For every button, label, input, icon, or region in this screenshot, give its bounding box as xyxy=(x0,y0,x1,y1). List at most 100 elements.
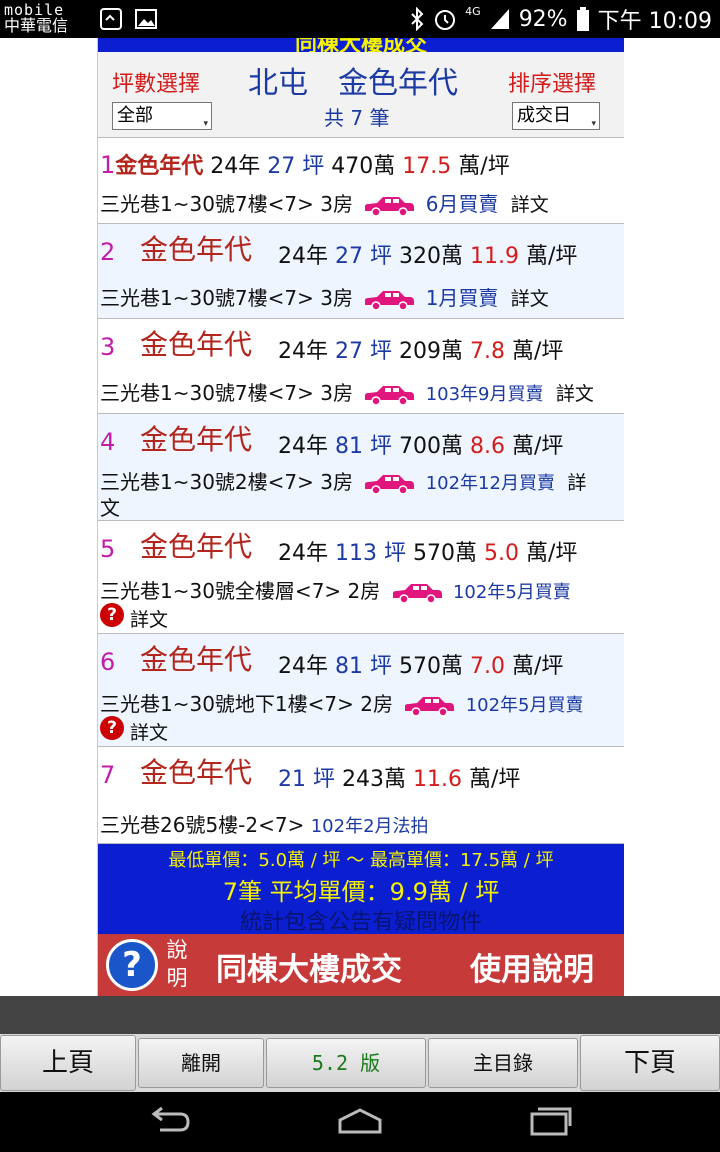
question-mark-icon[interactable]: ? xyxy=(100,716,124,740)
dropdown-arrow-icon: ▾ xyxy=(203,119,208,129)
listing-row[interactable]: 4 金色年代 24年 81 坪 700萬 8.6 萬/坪 三光巷1~30號2樓<… xyxy=(98,414,624,521)
listing-unit-price: 11.6 xyxy=(413,767,462,792)
listing-line2: 三光巷1~30號7樓<7> 3房 1月買賣 詳文 xyxy=(100,282,549,311)
carrier-name: 中華電信 xyxy=(4,16,69,35)
listing-stats: 21 坪 243萬 11.6 萬/坪 xyxy=(278,761,520,793)
prev-page-button[interactable]: 上頁 xyxy=(0,1035,136,1091)
listing-name: 金色年代 xyxy=(140,756,253,789)
listing-line2: 三光巷26號5樓-2<7> 102年2月法拍 xyxy=(100,809,429,838)
listing-address: 三光巷1~30號7樓<7> 3房 xyxy=(100,381,353,405)
listing-index: 3 xyxy=(100,333,116,361)
listing-unit-suffix: 萬/坪 xyxy=(512,434,564,459)
listing-address: 三光巷26號5樓-2<7> xyxy=(100,813,305,837)
status-bar: mobile 中華電信 4G 92% 下午 10:09 xyxy=(0,0,720,38)
next-page-button[interactable]: 下頁 xyxy=(580,1035,720,1091)
listing-area: 27 坪 xyxy=(335,339,392,364)
sort-value: 成交日 xyxy=(517,105,571,126)
page-header: 坪數選擇 北屯 金色年代 排序選擇 全部 ▾ 共 7 筆 成交日 ▾ xyxy=(98,52,624,138)
listing-stats: 24年 113 坪 570萬 5.0 萬/坪 xyxy=(278,535,577,567)
listing-address: 三光巷1~30號全樓層<7> 2房 xyxy=(100,579,381,603)
detail-link[interactable]: 詳 xyxy=(567,472,586,494)
listing-total: 700萬 xyxy=(399,434,463,459)
result-count: 共 7 筆 xyxy=(324,106,390,130)
car-icon xyxy=(405,696,455,717)
car-icon xyxy=(365,385,415,406)
listing-index: 2 xyxy=(100,238,116,266)
battery-icon xyxy=(576,7,589,31)
usage-button[interactable]: 使用說明 xyxy=(470,944,594,989)
bottom-button-bar: 上頁 離開 5.2 版 主目錄 下頁 xyxy=(0,1034,720,1092)
listing-row[interactable]: 1金色年代 24年 27 坪 470萬 17.5 萬/坪 三光巷1~30號7樓<… xyxy=(98,138,624,224)
listing-age: 24年 xyxy=(210,154,261,179)
listing-date: 102年5月買賣 xyxy=(465,695,584,716)
listing-row[interactable]: 5 金色年代 24年 113 坪 570萬 5.0 萬/坪 三光巷1~30號全樓… xyxy=(98,521,624,634)
detail-link[interactable]: 詳文 xyxy=(130,605,168,632)
help-vertical-label[interactable]: 說 明 xyxy=(164,936,190,992)
detail-link-continued[interactable]: 文 xyxy=(100,496,120,520)
summary-panel: 最低單價：5.0萬 / 坪 ～ 最高單價：17.5萬 / 坪 7筆 平均單價：9… xyxy=(98,844,624,935)
help-icon[interactable]: ? xyxy=(106,939,158,991)
listing-age: 24年 xyxy=(278,434,328,459)
listing-unit-suffix: 萬/坪 xyxy=(468,767,521,792)
image-icon xyxy=(135,9,157,29)
listing-name: 金色年代 xyxy=(140,328,253,361)
listing-row[interactable]: 2 金色年代 24年 27 坪 320萬 11.9 萬/坪 三光巷1~30號7樓… xyxy=(98,224,624,319)
listing-name: 金色年代 xyxy=(140,530,253,563)
listing-area: 81 坪 xyxy=(335,654,392,679)
area-filter-select[interactable]: 全部 ▾ xyxy=(112,102,212,130)
listing-total: 209萬 xyxy=(399,339,463,364)
listing-area: 81 坪 xyxy=(335,434,392,459)
main-menu-button[interactable]: 主目錄 xyxy=(428,1038,578,1088)
listing-index: 1 xyxy=(100,151,116,179)
app-content: 同棟大樓成交 坪數選擇 北屯 金色年代 排序選擇 全部 ▾ 共 7 筆 成交日 … xyxy=(97,38,624,996)
battery-percent: 92% xyxy=(518,6,568,32)
listing-unit-price: 7.0 xyxy=(470,654,505,679)
listing-index: 5 xyxy=(100,535,116,563)
listing-row[interactable]: 3 金色年代 24年 27 坪 209萬 7.8 萬/坪 三光巷1~30號7樓<… xyxy=(98,319,624,414)
exit-button[interactable]: 離開 xyxy=(138,1038,264,1088)
detail-link[interactable]: 詳文 xyxy=(556,383,594,405)
listing-row[interactable]: 7 金色年代 21 坪 243萬 11.6 萬/坪 三光巷26號5樓-2<7> … xyxy=(98,747,624,844)
listing-total: 570萬 xyxy=(413,541,477,566)
question-mark-icon[interactable]: ? xyxy=(100,603,124,627)
signal-icon xyxy=(490,9,509,29)
clock: 下午 10:09 xyxy=(597,9,712,34)
status-right: 4G 92% 下午 10:09 xyxy=(409,0,712,38)
listing-line2: 三光巷1~30號2樓<7> 3房 102年12月買賣 詳 xyxy=(100,466,586,495)
same-building-button[interactable]: 同棟大樓成交 xyxy=(216,944,402,989)
listing-stats: 24年 81 坪 700萬 8.6 萬/坪 xyxy=(278,428,563,460)
listing-stats: 24年 27 坪 320萬 11.9 萬/坪 xyxy=(278,238,577,270)
listing-address: 三光巷1~30號地下1樓<7> 2房 xyxy=(100,692,393,716)
home-icon[interactable] xyxy=(336,1106,384,1136)
listing-total: 570萬 xyxy=(399,654,463,679)
detail-link[interactable]: 詳文 xyxy=(511,194,549,216)
listing-unit-price: 7.8 xyxy=(470,339,505,364)
top-banner-text: 同棟大樓成交 xyxy=(294,38,427,52)
listing-unit-suffix: 萬/坪 xyxy=(512,654,564,679)
detail-link[interactable]: 詳文 xyxy=(130,718,168,745)
listing-row[interactable]: 6 金色年代 24年 81 坪 570萬 7.0 萬/坪 三光巷1~30號地下1… xyxy=(98,634,624,747)
listing-age: 24年 xyxy=(278,541,328,566)
car-icon xyxy=(392,583,442,604)
recent-apps-icon[interactable] xyxy=(526,1106,574,1136)
detail-link[interactable]: 詳文 xyxy=(511,288,549,310)
carrier-info: mobile 中華電信 xyxy=(4,2,96,36)
listing-date: 102年2月法拍 xyxy=(310,816,429,837)
listing-total: 243萬 xyxy=(342,767,406,792)
listing-line2: 三光巷1~30號7樓<7> 3房 103年9月買賣 詳文 xyxy=(100,377,594,406)
listing-address: 三光巷1~30號7樓<7> 3房 xyxy=(100,286,353,310)
back-icon[interactable] xyxy=(146,1106,194,1136)
car-icon xyxy=(365,290,415,311)
listing-line2: 三光巷1~30號地下1樓<7> 2房 102年5月買賣 xyxy=(100,688,584,717)
listing-line2: 三光巷1~30號7樓<7> 3房 6月買賣 詳文 xyxy=(100,188,549,217)
version-button[interactable]: 5.2 版 xyxy=(266,1038,426,1088)
listing-date: 102年12月買賣 xyxy=(425,473,555,494)
help-vertical-char: 說 xyxy=(166,938,188,962)
sort-select[interactable]: 成交日 ▾ xyxy=(512,102,600,130)
area-filter-label: 坪數選擇 xyxy=(112,72,201,97)
listing-area: 27 坪 xyxy=(267,154,325,179)
listing-address: 三光巷1~30號2樓<7> 3房 xyxy=(100,470,353,494)
listing-stats: 24年 27 坪 209萬 7.8 萬/坪 xyxy=(278,333,563,365)
listing-line2: 三光巷1~30號全樓層<7> 2房 102年5月買賣 xyxy=(100,575,571,604)
spacer xyxy=(0,996,720,1034)
